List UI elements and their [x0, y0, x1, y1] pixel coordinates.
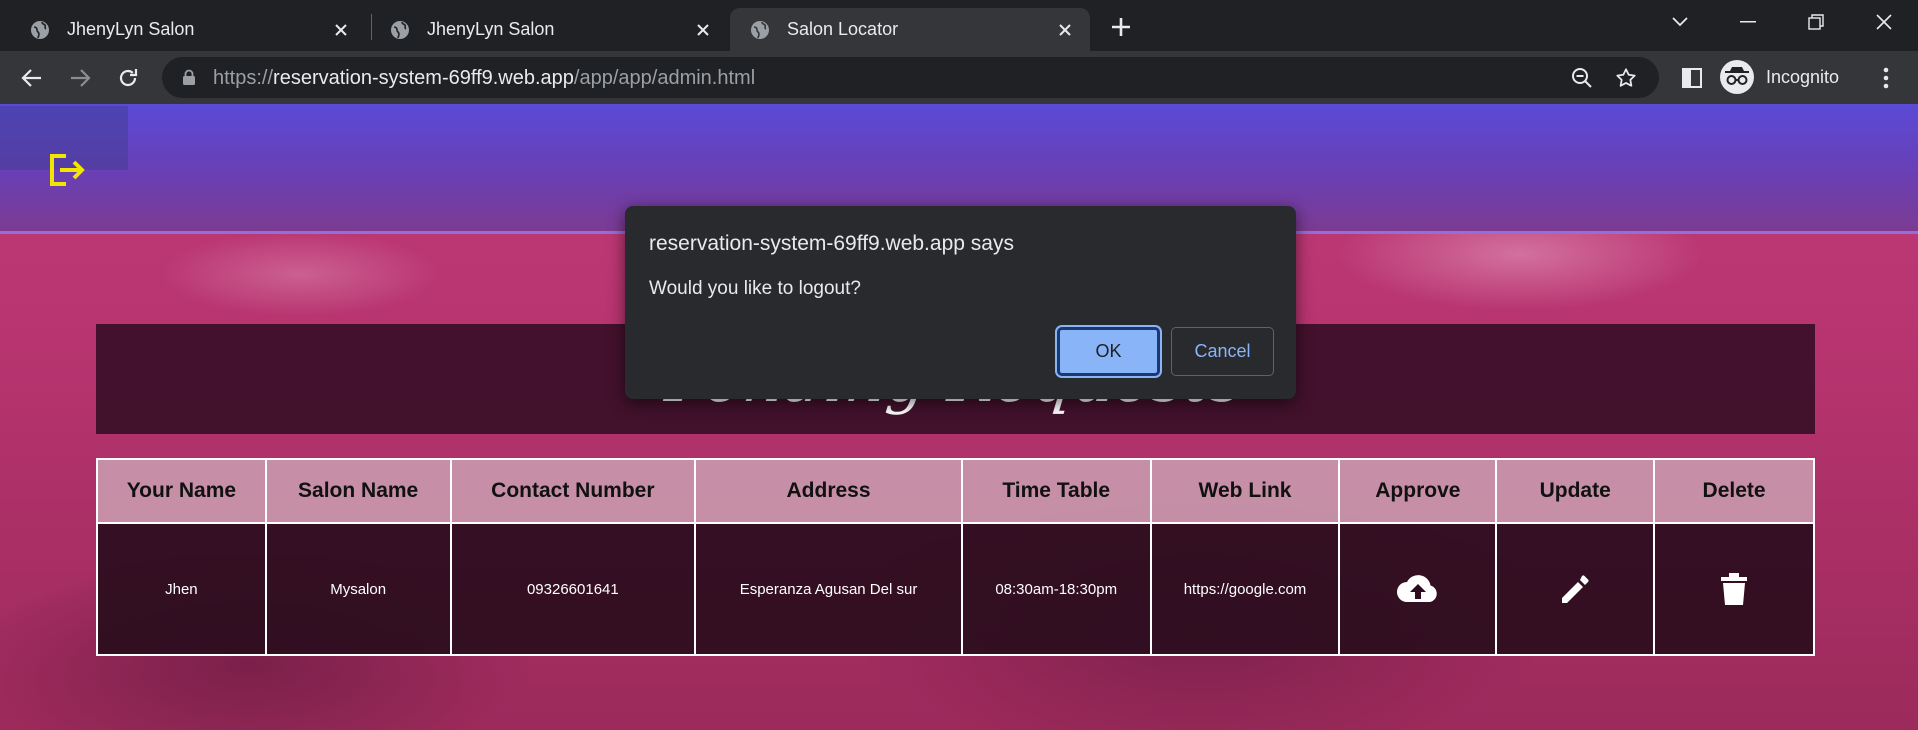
- column-header-web-link: Web Link: [1149, 458, 1341, 524]
- cell-web-link: https://google.com: [1149, 522, 1341, 656]
- reload-button[interactable]: [114, 64, 142, 92]
- globe-icon: [31, 20, 49, 39]
- forward-button[interactable]: [66, 64, 94, 92]
- zoom-button[interactable]: [1569, 65, 1595, 91]
- globe-icon: [391, 20, 409, 39]
- cloud-upload-icon: [1396, 575, 1437, 602]
- table-row: Jhen Mysalon 09326601641 Esperanza Agusa…: [96, 522, 1815, 656]
- incognito-icon: [1720, 60, 1754, 94]
- trash-icon: [1721, 573, 1748, 605]
- approve-button[interactable]: [1396, 567, 1440, 611]
- column-header-salon-name: Salon Name: [264, 458, 452, 524]
- logout-icon[interactable]: [48, 152, 88, 188]
- cell-address: Esperanza Agusan Del sur: [694, 522, 963, 656]
- column-header-update: Update: [1495, 458, 1656, 524]
- kebab-menu-icon: [1883, 67, 1889, 89]
- column-header-address: Address: [694, 458, 963, 524]
- new-tab-button[interactable]: [1106, 12, 1136, 42]
- cell-your-name: Jhen: [96, 522, 267, 656]
- close-tab-icon[interactable]: [328, 17, 354, 43]
- url-host: reservation-system-69ff9.web.app: [273, 67, 574, 89]
- restore-icon: [1808, 14, 1824, 30]
- cell-salon-name: Mysalon: [264, 522, 452, 656]
- browser-tab-active[interactable]: Salon Locator: [730, 8, 1090, 51]
- table-header-row: Your Name Salon Name Contact Number Addr…: [96, 458, 1815, 524]
- side-panel-button[interactable]: [1678, 64, 1706, 92]
- address-bar[interactable]: https://reservation-system-69ff9.web.app…: [162, 57, 1659, 98]
- cell-delete: [1653, 522, 1815, 656]
- tab-strip: JhenyLyn Salon JhenyLyn Salon Salon Loca…: [0, 0, 1918, 51]
- arrow-right-icon: [71, 69, 91, 87]
- cell-approve: [1338, 522, 1498, 656]
- minimize-button[interactable]: [1728, 8, 1768, 36]
- dialog-message: Would you like to logout?: [649, 278, 861, 299]
- column-header-delete: Delete: [1653, 458, 1815, 524]
- minimize-icon: [1740, 21, 1756, 23]
- pencil-icon: [1562, 575, 1589, 603]
- restore-button[interactable]: [1796, 8, 1836, 36]
- incognito-profile-button[interactable]: Incognito: [1720, 58, 1839, 96]
- browser-tab-1[interactable]: JhenyLyn Salon: [0, 8, 366, 51]
- side-panel-icon: [1682, 68, 1702, 88]
- dialog-title: reservation-system-69ff9.web.app says: [649, 232, 1014, 255]
- browser-menu-button[interactable]: [1872, 64, 1900, 92]
- globe-icon: [751, 20, 769, 39]
- chevron-down-icon: [1672, 17, 1688, 27]
- column-header-contact-number: Contact Number: [449, 458, 697, 524]
- browser-toolbar: https://reservation-system-69ff9.web.app…: [0, 51, 1918, 104]
- cancel-button[interactable]: Cancel: [1171, 327, 1274, 376]
- tab-title: JhenyLyn Salon: [67, 19, 195, 39]
- cell-contact-number: 09326601641: [449, 522, 697, 656]
- plus-icon: [1112, 18, 1130, 36]
- cell-update: [1495, 522, 1656, 656]
- tab-search-button[interactable]: [1660, 8, 1700, 36]
- pending-requests-table: Your Name Salon Name Contact Number Addr…: [96, 458, 1815, 656]
- delete-button[interactable]: [1712, 567, 1756, 611]
- column-header-time-table: Time Table: [960, 458, 1152, 524]
- update-button[interactable]: [1553, 567, 1597, 611]
- close-window-button[interactable]: [1864, 8, 1904, 36]
- bookmark-button[interactable]: [1613, 65, 1639, 91]
- cell-time-table: 08:30am-18:30pm: [960, 522, 1152, 656]
- url-scheme: https://: [213, 67, 274, 89]
- close-tab-icon[interactable]: [690, 17, 716, 43]
- close-tab-icon[interactable]: [1052, 17, 1078, 43]
- logout-confirm-dialog: reservation-system-69ff9.web.app says Wo…: [625, 206, 1296, 399]
- tab-title: JhenyLyn Salon: [427, 19, 555, 39]
- reload-icon: [119, 69, 138, 87]
- ok-button[interactable]: OK: [1057, 327, 1160, 376]
- lock-icon[interactable]: [182, 69, 196, 86]
- back-button[interactable]: [18, 64, 46, 92]
- url-path: /app/app/admin.html: [573, 67, 756, 89]
- zoom-out-icon: [1572, 68, 1592, 88]
- close-icon: [1876, 14, 1892, 30]
- arrow-left-icon: [21, 69, 41, 87]
- column-header-approve: Approve: [1338, 458, 1498, 524]
- browser-tab-2[interactable]: JhenyLyn Salon: [372, 8, 728, 51]
- profile-label: Incognito: [1766, 66, 1840, 87]
- tab-title: Salon Locator: [787, 19, 899, 39]
- admin-page: Pending Requests Your Name Salon Name Co…: [0, 104, 1918, 730]
- star-icon: [1616, 68, 1636, 87]
- url-text: https://reservation-system-69ff9.web.app…: [213, 67, 755, 90]
- column-header-your-name: Your Name: [96, 458, 267, 524]
